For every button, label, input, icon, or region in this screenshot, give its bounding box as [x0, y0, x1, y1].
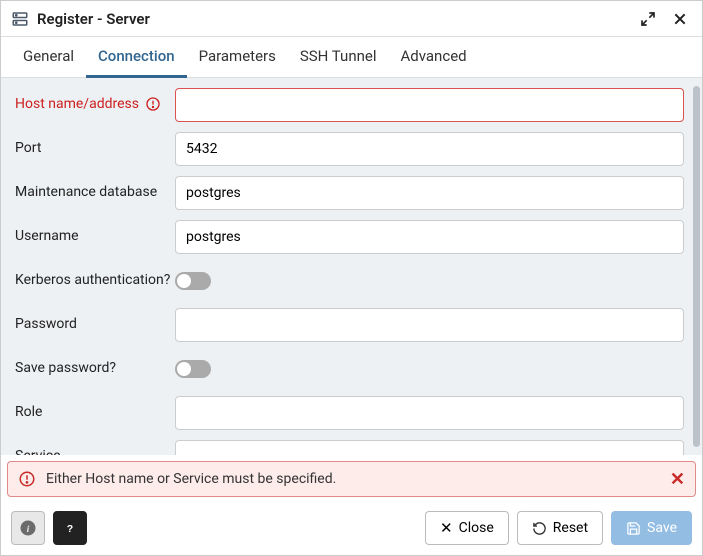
dialog-footer: i ? ✕ Close Reset: [1, 503, 702, 555]
password-input[interactable]: [175, 308, 684, 342]
form-body: Host name/address Port Maintenance dat: [1, 78, 702, 455]
label-port: Port: [15, 132, 175, 156]
label-role: Role: [15, 396, 175, 420]
row-service: Service: [15, 440, 696, 455]
tabs: General Connection Parameters SSH Tunnel…: [1, 37, 702, 78]
port-input[interactable]: [175, 132, 684, 166]
row-password: Password: [15, 308, 696, 344]
dialog-header: Register - Server: [1, 1, 702, 37]
save-password-toggle[interactable]: [175, 360, 211, 378]
label-username: Username: [15, 220, 175, 244]
reset-button[interactable]: Reset: [517, 511, 603, 545]
role-input[interactable]: [175, 396, 684, 430]
info-icon: i: [19, 519, 37, 537]
row-maintenance-db: Maintenance database: [15, 176, 696, 212]
close-dialog-button[interactable]: [668, 7, 692, 31]
help-icon: ?: [61, 519, 79, 537]
close-icon: [672, 11, 688, 27]
alert-icon: [145, 96, 161, 112]
maximize-icon: [640, 11, 656, 27]
dismiss-error-button[interactable]: ✕: [670, 470, 685, 488]
kerberos-toggle[interactable]: [175, 272, 211, 290]
dialog-title: Register - Server: [37, 10, 636, 28]
svg-text:i: i: [27, 524, 30, 535]
tab-advanced[interactable]: Advanced: [389, 37, 479, 78]
register-server-dialog: Register - Server General Connection Par…: [0, 0, 703, 556]
error-icon: [18, 470, 36, 488]
row-role: Role: [15, 396, 696, 432]
username-input[interactable]: [175, 220, 684, 254]
maintenance-db-input[interactable]: [175, 176, 684, 210]
tab-parameters[interactable]: Parameters: [187, 37, 288, 78]
header-actions: [636, 7, 692, 31]
close-button[interactable]: ✕ Close: [425, 511, 509, 545]
scrollbar[interactable]: [693, 86, 700, 447]
footer-right: ✕ Close Reset Save: [425, 511, 692, 545]
help-button[interactable]: ?: [53, 511, 87, 545]
tab-ssh-tunnel[interactable]: SSH Tunnel: [288, 37, 389, 78]
label-save-password: Save password?: [15, 352, 175, 376]
label-host: Host name/address: [15, 88, 175, 112]
label-password: Password: [15, 308, 175, 332]
save-icon: [626, 521, 641, 536]
maximize-button[interactable]: [636, 7, 660, 31]
error-message: Either Host name or Service must be spec…: [46, 471, 670, 487]
row-host: Host name/address: [15, 88, 696, 124]
tab-connection[interactable]: Connection: [86, 37, 187, 78]
tab-general[interactable]: General: [11, 37, 86, 78]
server-icon: [11, 10, 29, 28]
label-service: Service: [15, 440, 175, 455]
host-input[interactable]: [175, 88, 684, 122]
row-kerberos: Kerberos authentication?: [15, 264, 696, 300]
label-kerberos: Kerberos authentication?: [15, 264, 175, 288]
save-button[interactable]: Save: [611, 511, 692, 545]
row-username: Username: [15, 220, 696, 256]
sql-info-button[interactable]: i: [11, 511, 45, 545]
close-icon: ✕: [440, 519, 453, 537]
reset-icon: [532, 521, 547, 536]
service-input[interactable]: [175, 440, 684, 455]
close-icon: ✕: [670, 469, 685, 489]
label-maintenance-db: Maintenance database: [15, 176, 175, 200]
svg-text:?: ?: [67, 523, 73, 535]
footer-left: i ?: [11, 511, 87, 545]
error-bar: Either Host name or Service must be spec…: [7, 461, 696, 497]
row-save-password: Save password?: [15, 352, 696, 388]
row-port: Port: [15, 132, 696, 168]
